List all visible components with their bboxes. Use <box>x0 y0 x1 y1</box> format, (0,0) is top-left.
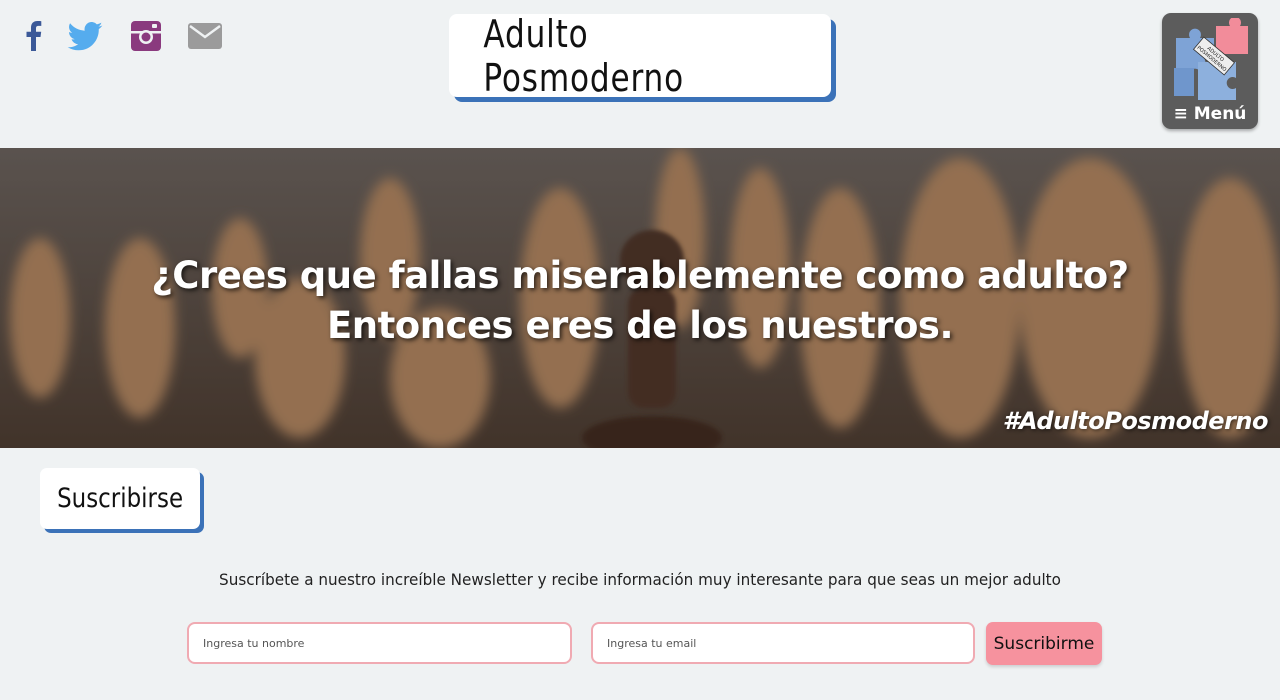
hero-headline-line2: Entonces eres de los nuestros. <box>326 304 954 347</box>
twitter-icon <box>67 21 103 50</box>
menu-button[interactable]: ADULTO POSMODERNO ≡ Menú <box>1162 13 1258 129</box>
subscribe-button[interactable]: Suscribirme <box>986 622 1102 665</box>
facebook-icon <box>26 21 42 51</box>
site-header: Adulto Posmoderno ADULTO POSMODERNO ≡ Me… <box>0 0 1280 148</box>
hero-overlay <box>0 148 1280 448</box>
name-input[interactable] <box>187 622 572 664</box>
email-input[interactable] <box>591 622 975 664</box>
menu-label: ≡ Menú <box>1173 104 1247 124</box>
puzzle-logo-icon: ADULTO POSMODERNO <box>1174 18 1248 100</box>
mail-icon <box>188 23 222 49</box>
subscribe-title: Suscribirse <box>57 483 183 514</box>
newsletter-description: Suscríbete a nuestro increíble Newslette… <box>219 570 1061 589</box>
site-title-card[interactable]: Adulto Posmoderno <box>449 11 831 100</box>
instagram-icon <box>131 21 161 51</box>
twitter-link[interactable] <box>66 20 104 52</box>
instagram-link[interactable] <box>130 20 162 52</box>
hero-headline-line1: ¿Crees que fallas miserablemente como ad… <box>151 254 1129 297</box>
facebook-link[interactable] <box>20 20 46 52</box>
mail-link[interactable] <box>187 20 223 52</box>
hero-banner: ¿Crees que fallas miserablemente como ad… <box>0 148 1280 448</box>
site-title: Adulto Posmoderno <box>483 11 685 100</box>
hero-hashtag: #AdultoPosmoderno <box>1002 407 1269 435</box>
subscribe-title-card: Suscribirse <box>40 468 200 529</box>
